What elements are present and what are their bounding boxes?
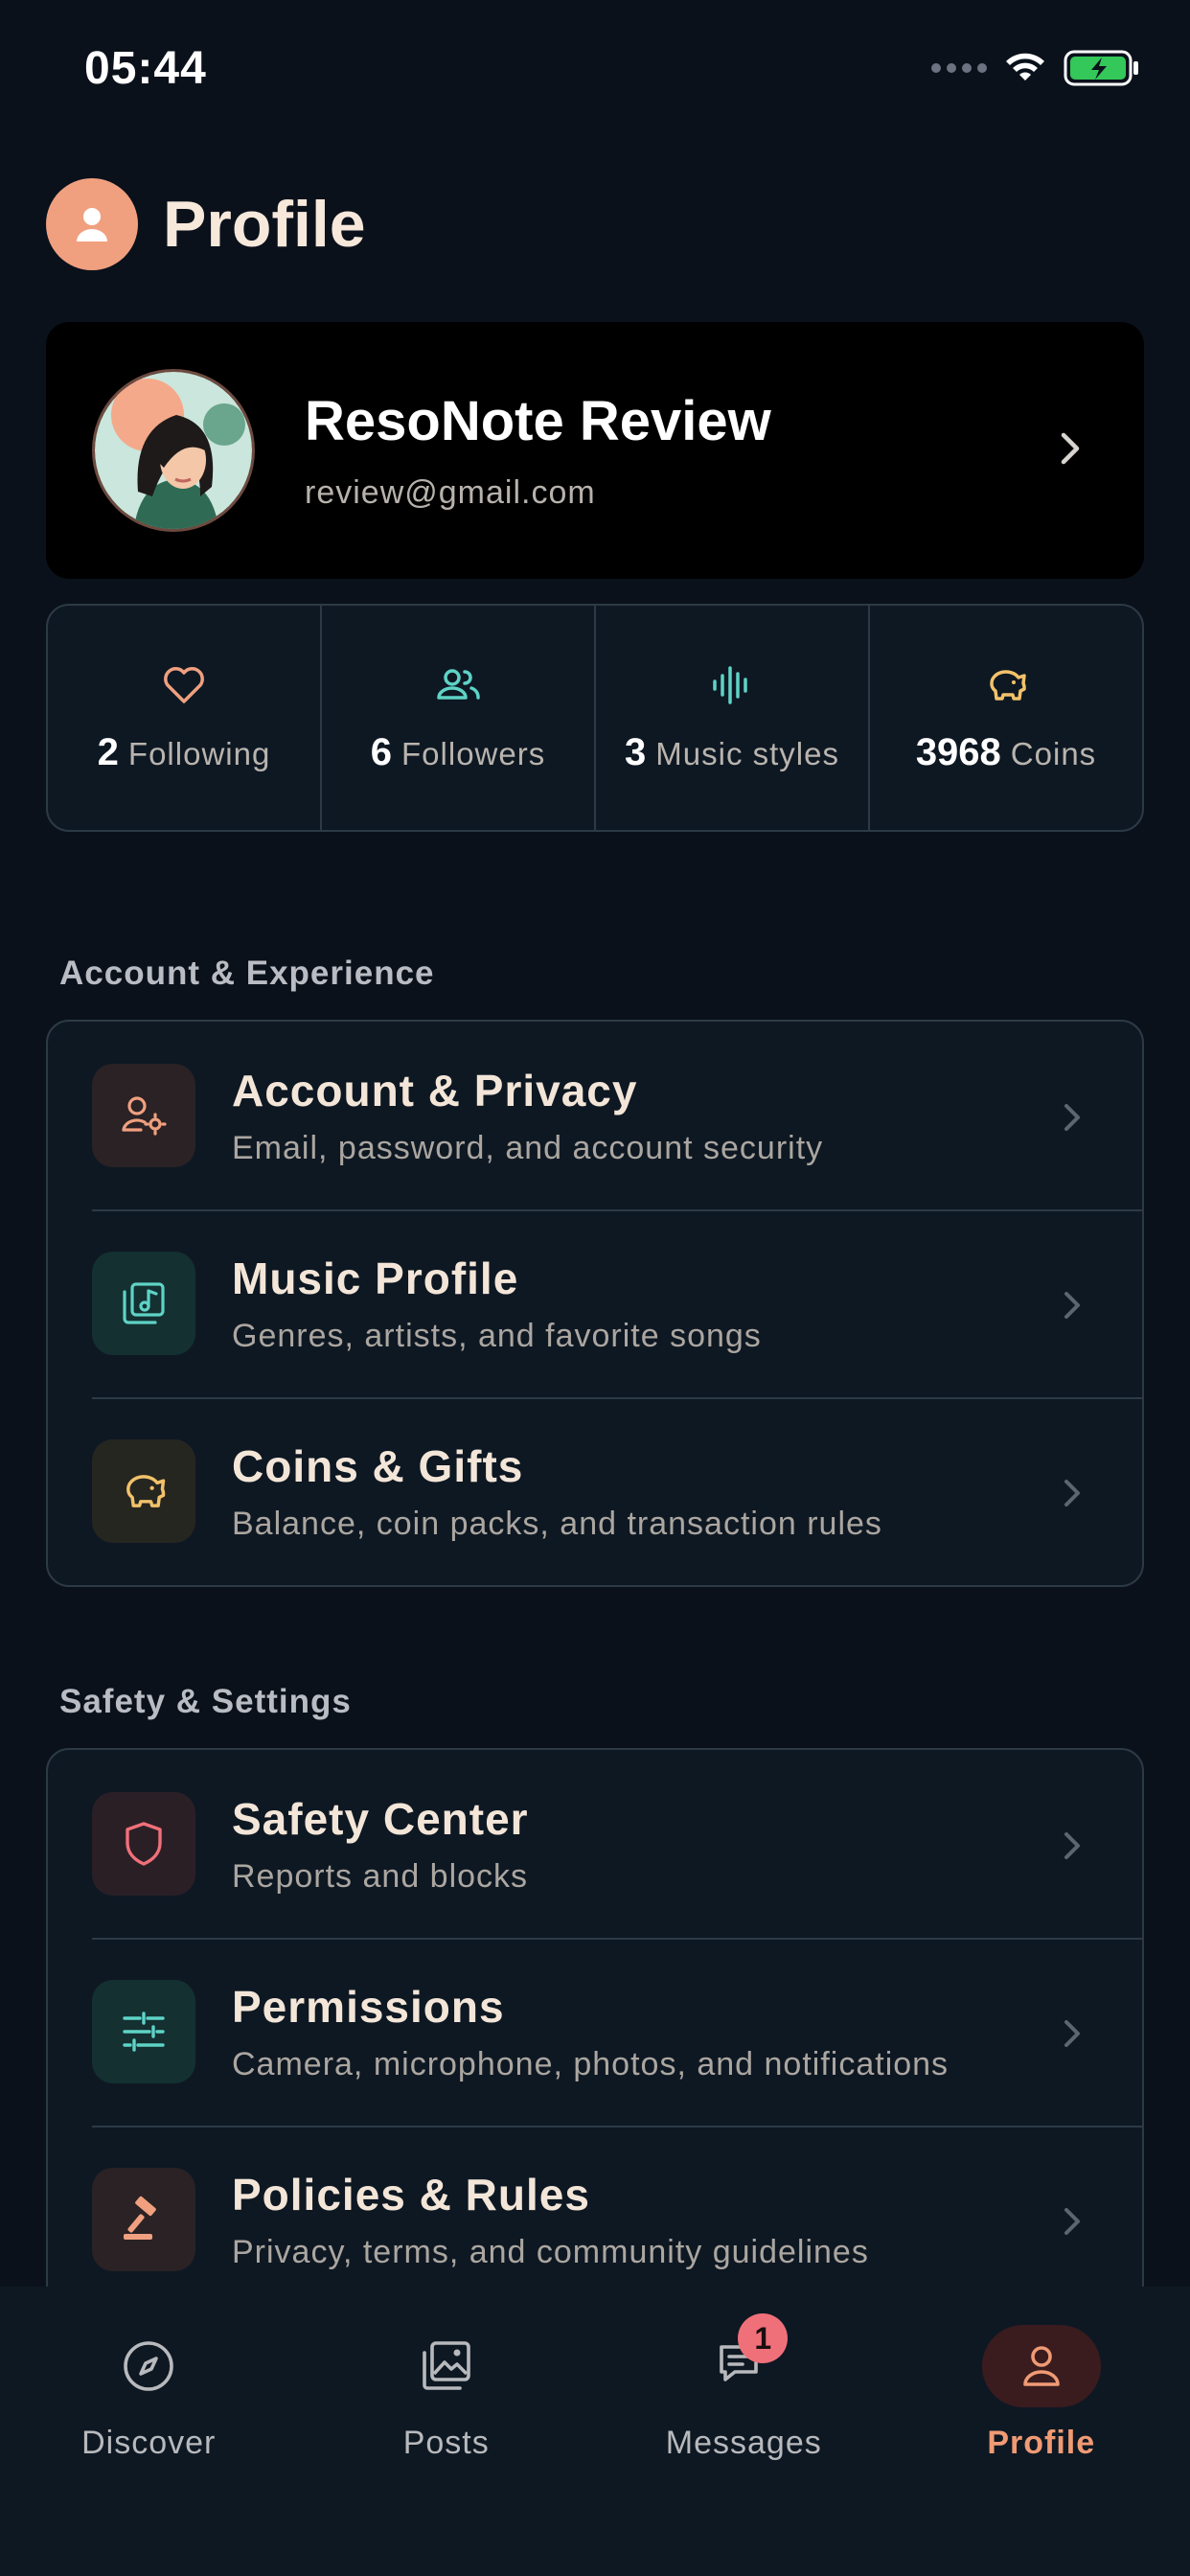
stat-label: Followers — [401, 735, 546, 771]
piggy-bank-icon — [126, 1475, 166, 1507]
stat-followers[interactable]: 6 Followers — [322, 606, 596, 830]
soundwave-icon — [713, 665, 747, 704]
stat-following[interactable]: 2 Following — [48, 606, 322, 830]
menu-item-permissions[interactable]: Permissions Camera, microphone, photos, … — [48, 1938, 1142, 2126]
menu-subtitle: Genres, artists, and favorite songs — [232, 1317, 762, 1354]
stat-value: 6 — [370, 730, 393, 773]
menu-item-policies-rules[interactable]: Policies & Rules Privacy, terms, and com… — [48, 2126, 1142, 2313]
stat-coins[interactable]: 3968 Coins — [870, 606, 1142, 830]
stat-music-styles[interactable]: 3 Music styles — [596, 606, 870, 830]
tab-label: Profile — [987, 2425, 1096, 2461]
sliders-icon — [123, 2012, 165, 2052]
menu-item-coins-gifts[interactable]: Coins & Gifts Balance, coin packs, and t… — [48, 1397, 1142, 1585]
chevron-right-icon — [1061, 432, 1080, 465]
stat-value: 3968 — [915, 730, 1001, 773]
stats-row: 2 Following 6 Followers 3 Music styles 3… — [46, 604, 1144, 832]
unread-badge: 1 — [738, 2313, 789, 2363]
stat-label: Music styles — [655, 735, 839, 771]
chevron-right-icon — [1064, 2208, 1080, 2235]
chevron-right-icon — [1064, 2020, 1080, 2047]
menu-group-safety: Safety Center Reports and blocks Permiss… — [46, 1748, 1144, 2361]
profile-card[interactable]: ResoNote Review review@gmail.com — [46, 322, 1144, 579]
menu-icon-box — [92, 1252, 195, 1355]
profile-header-icon — [46, 178, 138, 270]
music-library-icon — [123, 1282, 165, 1324]
stat-value: 2 — [97, 730, 119, 773]
tab-discover[interactable]: Discover — [0, 2287, 298, 2478]
status-bar: 05:44 — [0, 0, 1190, 144]
chevron-right-icon — [1064, 1104, 1080, 1131]
profile-name: ResoNote Review — [305, 390, 771, 452]
tab-label: Messages — [665, 2425, 822, 2461]
stat-label: Following — [127, 735, 271, 771]
battery-charging-icon — [1064, 50, 1138, 86]
menu-title: Account & Privacy — [232, 1065, 638, 1116]
menu-icon-box — [92, 1792, 195, 1896]
page-title: Profile — [163, 188, 366, 261]
menu-title: Coins & Gifts — [232, 1440, 524, 1491]
menu-subtitle: Balance, coin packs, and transaction rul… — [232, 1505, 882, 1542]
menu-title: Permissions — [232, 1981, 505, 2032]
menu-icon-box — [92, 1439, 195, 1543]
stat-label: Coins — [1010, 735, 1097, 771]
menu-title: Policies & Rules — [232, 2169, 590, 2220]
chevron-right-icon — [1064, 1292, 1080, 1319]
piggy-bank-icon — [990, 669, 1026, 701]
chevron-right-icon — [1064, 1480, 1080, 1506]
chevron-right-icon — [1064, 1832, 1080, 1859]
shield-icon — [126, 1822, 162, 1866]
menu-icon-box — [92, 2168, 195, 2271]
user-gear-icon — [122, 1096, 167, 1136]
menu-group-account: Account & Privacy Email, password, and a… — [46, 1020, 1144, 1587]
tab-posts[interactable]: Posts — [298, 2287, 596, 2478]
menu-item-safety-center[interactable]: Safety Center Reports and blocks — [48, 1750, 1142, 1938]
wifi-icon — [1006, 53, 1044, 80]
menu-icon-box — [92, 1980, 195, 2083]
person-icon — [77, 208, 107, 242]
cellular-signal-icon — [931, 63, 987, 73]
profile-email: review@gmail.com — [305, 474, 596, 511]
menu-subtitle: Camera, microphone, photos, and notifica… — [232, 2045, 950, 2082]
menu-icon-box — [92, 1064, 195, 1167]
gallery-icon — [422, 2341, 470, 2390]
tab-label: Discover — [81, 2425, 217, 2461]
compass-icon — [124, 2341, 174, 2391]
tab-label: Posts — [402, 2425, 490, 2461]
section-title-account: Account & Experience — [59, 954, 435, 992]
menu-subtitle: Email, password, and account security — [232, 1129, 824, 1166]
gavel-icon — [124, 2196, 156, 2240]
status-icons — [931, 50, 1140, 86]
menu-subtitle: Reports and blocks — [232, 1857, 529, 1895]
menu-title: Music Profile — [232, 1253, 519, 1303]
menu-subtitle: Privacy, terms, and community guidelines — [232, 2233, 869, 2270]
heart-icon — [164, 666, 204, 703]
menu-item-music-profile[interactable]: Music Profile Genres, artists, and favor… — [48, 1209, 1142, 1397]
person-icon — [1022, 2346, 1060, 2386]
status-time: 05:44 — [84, 43, 207, 94]
tab-messages[interactable]: 1 Messages — [595, 2287, 893, 2478]
bottom-tab-bar: Discover Posts 1 Messages Profile — [0, 2287, 1190, 2576]
stat-value: 3 — [625, 730, 647, 773]
menu-item-account-privacy[interactable]: Account & Privacy Email, password, and a… — [48, 1022, 1142, 1209]
section-title-safety: Safety & Settings — [59, 1683, 352, 1720]
page-header: Profile — [46, 178, 366, 270]
avatar — [92, 369, 255, 532]
users-icon — [437, 668, 480, 700]
menu-title: Safety Center — [232, 1793, 529, 1844]
tab-profile[interactable]: Profile — [893, 2287, 1190, 2478]
